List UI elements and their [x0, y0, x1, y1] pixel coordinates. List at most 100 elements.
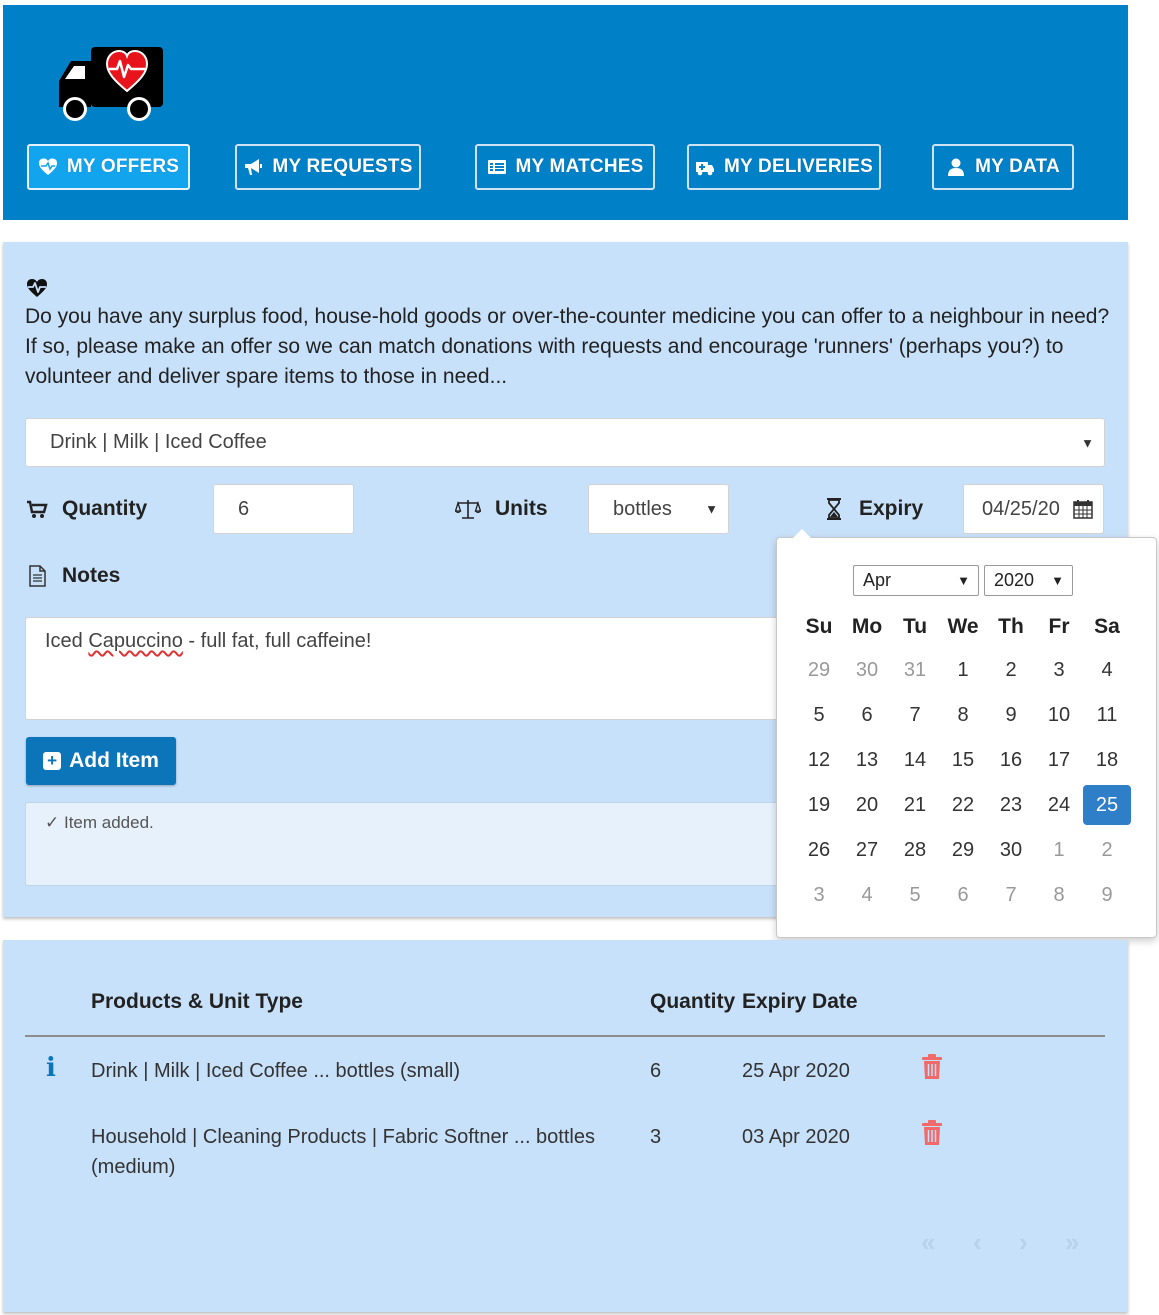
- calendar-day-other-month[interactable]: 7: [987, 875, 1035, 915]
- trash-icon[interactable]: [921, 1120, 943, 1146]
- calendar-day[interactable]: 22: [939, 785, 987, 825]
- calendar-day[interactable]: 13: [843, 740, 891, 780]
- column-header-quantity: Quantity: [650, 990, 736, 1013]
- calendar-day[interactable]: 11: [1083, 695, 1131, 735]
- megaphone-icon: [245, 159, 263, 175]
- calendar-day[interactable]: 4: [1083, 650, 1131, 690]
- calendar-day[interactable]: 25: [1083, 785, 1131, 825]
- calendar-day[interactable]: 23: [987, 785, 1035, 825]
- calendar-day[interactable]: 3: [1035, 650, 1083, 690]
- calendar-day-other-month[interactable]: 1: [1035, 830, 1083, 870]
- add-item-label: Add Item: [69, 749, 159, 772]
- calendar-day[interactable]: 15: [939, 740, 987, 780]
- next-page-icon[interactable]: ›: [1019, 1227, 1028, 1258]
- offers-table-panel: Products & Unit Type Quantity Expiry Dat…: [3, 940, 1128, 1312]
- calendar-day[interactable]: 8: [939, 695, 987, 735]
- weekday-header: We: [947, 615, 979, 638]
- calendar-icon[interactable]: [1073, 499, 1093, 519]
- chevron-down-icon: ▼: [1051, 573, 1064, 588]
- chevron-down-icon: ▼: [1081, 435, 1094, 450]
- calendar-day[interactable]: 14: [891, 740, 939, 780]
- calendar-day[interactable]: 21: [891, 785, 939, 825]
- calendar-day-other-month[interactable]: 30: [843, 650, 891, 690]
- previous-page-icon[interactable]: ‹: [973, 1227, 982, 1258]
- last-page-icon[interactable]: »: [1065, 1227, 1079, 1258]
- calendar-day[interactable]: 9: [987, 695, 1035, 735]
- calendar-day-other-month[interactable]: 29: [795, 650, 843, 690]
- intro-text: Do you have any surplus food, house-hold…: [25, 305, 1110, 388]
- calendar-day[interactable]: 18: [1083, 740, 1131, 780]
- datepicker-month-select[interactable]: Apr ▼: [853, 565, 979, 596]
- weekday-header: Mo: [851, 615, 883, 638]
- table-row-2-expiry: 03 Apr 2020: [742, 1126, 850, 1148]
- calendar-day-other-month[interactable]: 4: [843, 875, 891, 915]
- status-message: ✓ Item added.: [45, 813, 154, 832]
- calendar-day[interactable]: 24: [1035, 785, 1083, 825]
- expiry-label: Expiry: [823, 497, 923, 521]
- calendar-day[interactable]: 5: [795, 695, 843, 735]
- first-page-icon[interactable]: «: [921, 1227, 935, 1258]
- datepicker-arrow: [793, 529, 811, 538]
- calendar-day-other-month[interactable]: 8: [1035, 875, 1083, 915]
- calendar-day[interactable]: 29: [939, 830, 987, 870]
- delivery-truck-heart-logo: [59, 47, 163, 121]
- calendar-day[interactable]: 1: [939, 650, 987, 690]
- calendar-day[interactable]: 26: [795, 830, 843, 870]
- calendar-day-other-month[interactable]: 6: [939, 875, 987, 915]
- app-header: MY OFFERS MY REQUESTS MY MATCHES MY DELI…: [3, 5, 1128, 220]
- datepicker-year-select[interactable]: 2020 ▼: [984, 565, 1073, 596]
- nav-my-offers-button[interactable]: MY OFFERS: [27, 144, 190, 190]
- calendar-day-other-month[interactable]: 9: [1083, 875, 1131, 915]
- weekday-header: Sa: [1094, 615, 1120, 638]
- nav-my-deliveries-label: MY DELIVERIES: [723, 156, 873, 177]
- calendar-day[interactable]: 12: [795, 740, 843, 780]
- product-select[interactable]: Drink | Milk | Iced Coffee ▼: [25, 418, 1105, 467]
- notes-textarea[interactable]: Iced Capuccino - full fat, full caffeine…: [25, 617, 815, 720]
- nav-my-requests-label: MY REQUESTS: [272, 156, 413, 177]
- calendar-day[interactable]: 20: [843, 785, 891, 825]
- calendar-day[interactable]: 10: [1035, 695, 1083, 735]
- calendar-day-other-month[interactable]: 3: [795, 875, 843, 915]
- notes-text-prefix: Iced: [45, 630, 89, 652]
- calendar-day[interactable]: 27: [843, 830, 891, 870]
- units-select[interactable]: bottles ▼: [588, 484, 729, 534]
- calendar-day[interactable]: 30: [987, 830, 1035, 870]
- header-divider: [25, 1035, 1105, 1037]
- calendar-day[interactable]: 19: [795, 785, 843, 825]
- add-item-button[interactable]: + Add Item: [26, 737, 176, 785]
- chevron-down-icon: ▼: [957, 573, 970, 588]
- quantity-label: Quantity: [26, 497, 147, 521]
- calendar-day-other-month[interactable]: 2: [1083, 830, 1131, 870]
- calendar-day-other-month[interactable]: 5: [891, 875, 939, 915]
- calendar-day[interactable]: 6: [843, 695, 891, 735]
- chevron-down-icon: ▼: [705, 501, 718, 517]
- nav-my-requests-button[interactable]: MY REQUESTS: [235, 144, 421, 190]
- units-label: Units: [455, 497, 548, 521]
- column-header-expiry: Expiry Date: [742, 990, 858, 1013]
- nav-my-data-button[interactable]: MY DATA: [932, 144, 1074, 190]
- nav-my-matches-button[interactable]: MY MATCHES: [475, 144, 655, 190]
- nav-my-deliveries-button[interactable]: MY DELIVERIES: [687, 144, 881, 190]
- expiry-date-value: 04/25/20: [982, 497, 1060, 520]
- weekday-header: Th: [998, 615, 1024, 638]
- calendar-day-other-month[interactable]: 31: [891, 650, 939, 690]
- weekday-header: Tu: [902, 615, 928, 638]
- product-select-value: Drink | Milk | Iced Coffee: [50, 431, 267, 453]
- calendar-day[interactable]: 2: [987, 650, 1035, 690]
- plus-square-icon: +: [43, 752, 62, 770]
- nav-my-offers-label: MY OFFERS: [66, 156, 180, 177]
- trash-icon[interactable]: [921, 1054, 943, 1080]
- datepicker-popup: Apr ▼ 2020 ▼ Su Mo Tu We Th Fr Sa 29 30 31 1 2 3 4 5 6…: [776, 529, 1157, 938]
- calendar-day[interactable]: 16: [987, 740, 1035, 780]
- heart-hand-icon: [38, 158, 57, 175]
- calendar-day[interactable]: 7: [891, 695, 939, 735]
- info-icon[interactable]: i: [46, 1053, 56, 1083]
- quantity-input[interactable]: 6: [213, 484, 354, 534]
- table-row-1-expiry: 25 Apr 2020: [742, 1060, 850, 1082]
- calendar-day[interactable]: 28: [891, 830, 939, 870]
- notes-label-text: Notes: [62, 564, 121, 587]
- calendar-day[interactable]: 17: [1035, 740, 1083, 780]
- notes-label: Notes: [26, 564, 120, 588]
- expiry-date-input[interactable]: 04/25/20: [963, 484, 1104, 534]
- list-icon: [487, 160, 506, 174]
